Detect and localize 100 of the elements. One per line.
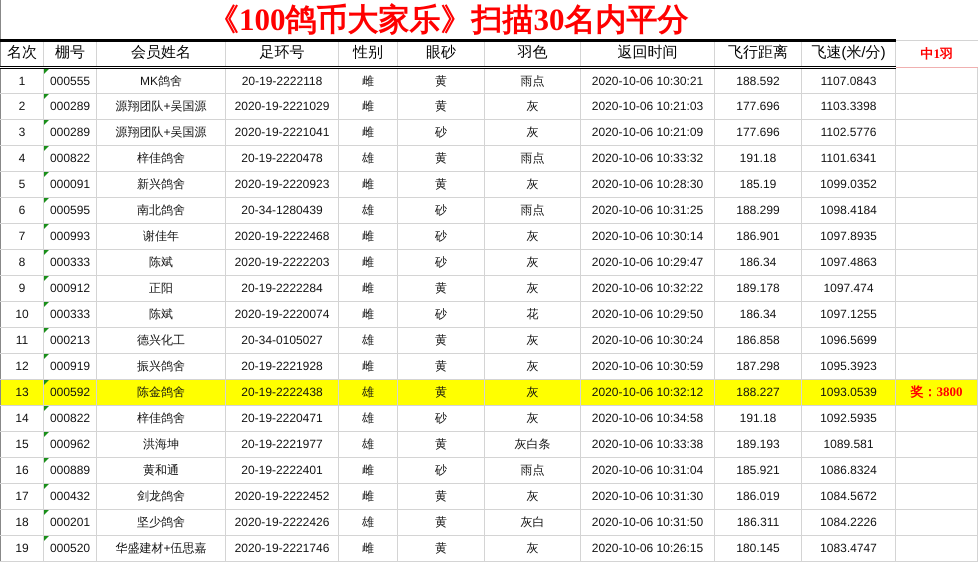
table-cell: 191.18	[714, 405, 802, 431]
table-cell: 灰	[484, 483, 580, 509]
table-cell: 000912	[44, 275, 96, 301]
corner-triangle-icon	[44, 172, 49, 176]
table-cell: 2020-10-06 10:32:22	[580, 275, 714, 301]
corner-triangle-icon	[44, 120, 49, 124]
table-cell: 17	[0, 483, 44, 509]
table-cell: 20-19-2222438	[226, 379, 338, 405]
table-cell: 雌	[338, 249, 398, 275]
table-cell: 南北鸽舍	[96, 197, 226, 223]
table-cell: 19	[0, 535, 44, 561]
table-cell: 雄	[338, 405, 398, 431]
table-cell: 雄	[338, 379, 398, 405]
table-cell: 2020-19-2220923	[226, 171, 338, 197]
table-cell: 谢佳年	[96, 223, 226, 249]
table-cell: 20-19-2221977	[226, 431, 338, 457]
table-cell: 9	[0, 275, 44, 301]
table-cell: 2020-10-06 10:33:32	[580, 145, 714, 171]
corner-triangle-icon	[44, 302, 49, 306]
table-cell: 1098.4184	[802, 197, 896, 223]
table-cell: 2020-10-06 10:31:25	[580, 197, 714, 223]
table-cell: 黄	[398, 353, 484, 379]
table-cell: 陈金鸽舍	[96, 379, 226, 405]
table-cell: 雌	[338, 457, 398, 483]
table-cell: 188.227	[714, 379, 802, 405]
table-cell: 186.858	[714, 327, 802, 353]
table-cell: 2020-10-06 10:30:59	[580, 353, 714, 379]
table-cell: 000993	[44, 223, 96, 249]
table-cell: 雨点	[484, 457, 580, 483]
table-cell: 1101.6341	[802, 145, 896, 171]
table-cell: 灰	[484, 353, 580, 379]
table-cell: 2020-19-2222203	[226, 249, 338, 275]
table-cell: 000919	[44, 353, 96, 379]
table-cell: 源翔团队+吴国源	[96, 119, 226, 145]
table-cell: 正阳	[96, 275, 226, 301]
table-cell: 雌	[338, 67, 398, 93]
table-cell: 华盛建材+伍思嘉	[96, 535, 226, 561]
table-cell: 雌	[338, 119, 398, 145]
table-cell: 20-34-1280439	[226, 197, 338, 223]
corner-triangle-icon	[44, 224, 49, 228]
table-cell: 1103.3398	[802, 93, 896, 119]
table-cell: 雌	[338, 275, 398, 301]
table-cell: 000289	[44, 119, 96, 145]
table-cell: 000201	[44, 509, 96, 535]
table-cell: 灰	[484, 535, 580, 561]
table-cell: 15	[0, 431, 44, 457]
corner-triangle-icon	[44, 484, 49, 488]
table-cell: 1084.5672	[802, 483, 896, 509]
table-cell: 000333	[44, 249, 96, 275]
table-cell: 雌	[338, 535, 398, 561]
table-cell: 黄	[398, 275, 484, 301]
table-cell: 灰	[484, 379, 580, 405]
table-cell: 振兴鸽舍	[96, 353, 226, 379]
corner-triangle-icon	[44, 510, 49, 514]
table-cell: 1097.4863	[802, 249, 896, 275]
table-cell: 2020-19-2222452	[226, 483, 338, 509]
table-cell: 1097.1255	[802, 301, 896, 327]
table-cell: 黄	[398, 171, 484, 197]
table-cell: 黄	[398, 93, 484, 119]
table-cell: 1	[0, 67, 44, 93]
table-cell: 2020-10-06 10:26:15	[580, 535, 714, 561]
table-cell: 1089.581	[802, 431, 896, 457]
corner-triangle-icon	[44, 380, 49, 384]
table-cell: 灰	[484, 171, 580, 197]
table-cell: 185.921	[714, 457, 802, 483]
table-cell: 雌	[338, 171, 398, 197]
table-cell: 1083.4747	[802, 535, 896, 561]
table-cell: 000962	[44, 431, 96, 457]
table-cell: 灰白	[484, 509, 580, 535]
table-cell: 砂	[398, 197, 484, 223]
table-cell: 1102.5776	[802, 119, 896, 145]
table-cell: 20-19-2220478	[226, 145, 338, 171]
table-cell: 000595	[44, 197, 96, 223]
corner-triangle-icon	[44, 328, 49, 332]
table-cell: 2020-10-06 10:28:30	[580, 171, 714, 197]
table-cell: 黄	[398, 145, 484, 171]
table-cell: 4	[0, 145, 44, 171]
corner-triangle-icon	[44, 406, 49, 410]
corner-triangle-icon	[44, 250, 49, 254]
table-cell: 陈斌	[96, 301, 226, 327]
table-cell: 洪海坤	[96, 431, 226, 457]
corner-triangle-icon	[44, 354, 49, 358]
table-cell: 雌	[338, 353, 398, 379]
table-cell: 砂	[398, 457, 484, 483]
corner-triangle-icon	[44, 146, 49, 150]
table-cell: 000091	[44, 171, 96, 197]
table-cell: 12	[0, 353, 44, 379]
table-cell: 1084.2226	[802, 509, 896, 535]
table-cell: 2020-19-2221746	[226, 535, 338, 561]
table-cell: 1107.0843	[802, 67, 896, 93]
table-cell: 灰	[484, 275, 580, 301]
table-cell: 砂	[398, 223, 484, 249]
table-cell: 雌	[338, 93, 398, 119]
table-cell: 雨点	[484, 67, 580, 93]
table-cell: 186.901	[714, 223, 802, 249]
table-cell: 6	[0, 197, 44, 223]
table-cell: 13	[0, 379, 44, 405]
table-cell: 1099.0352	[802, 171, 896, 197]
table-cell: 1093.0539	[802, 379, 896, 405]
page-title: 《100鸽币大家乐》扫描30名内平分	[208, 2, 688, 36]
